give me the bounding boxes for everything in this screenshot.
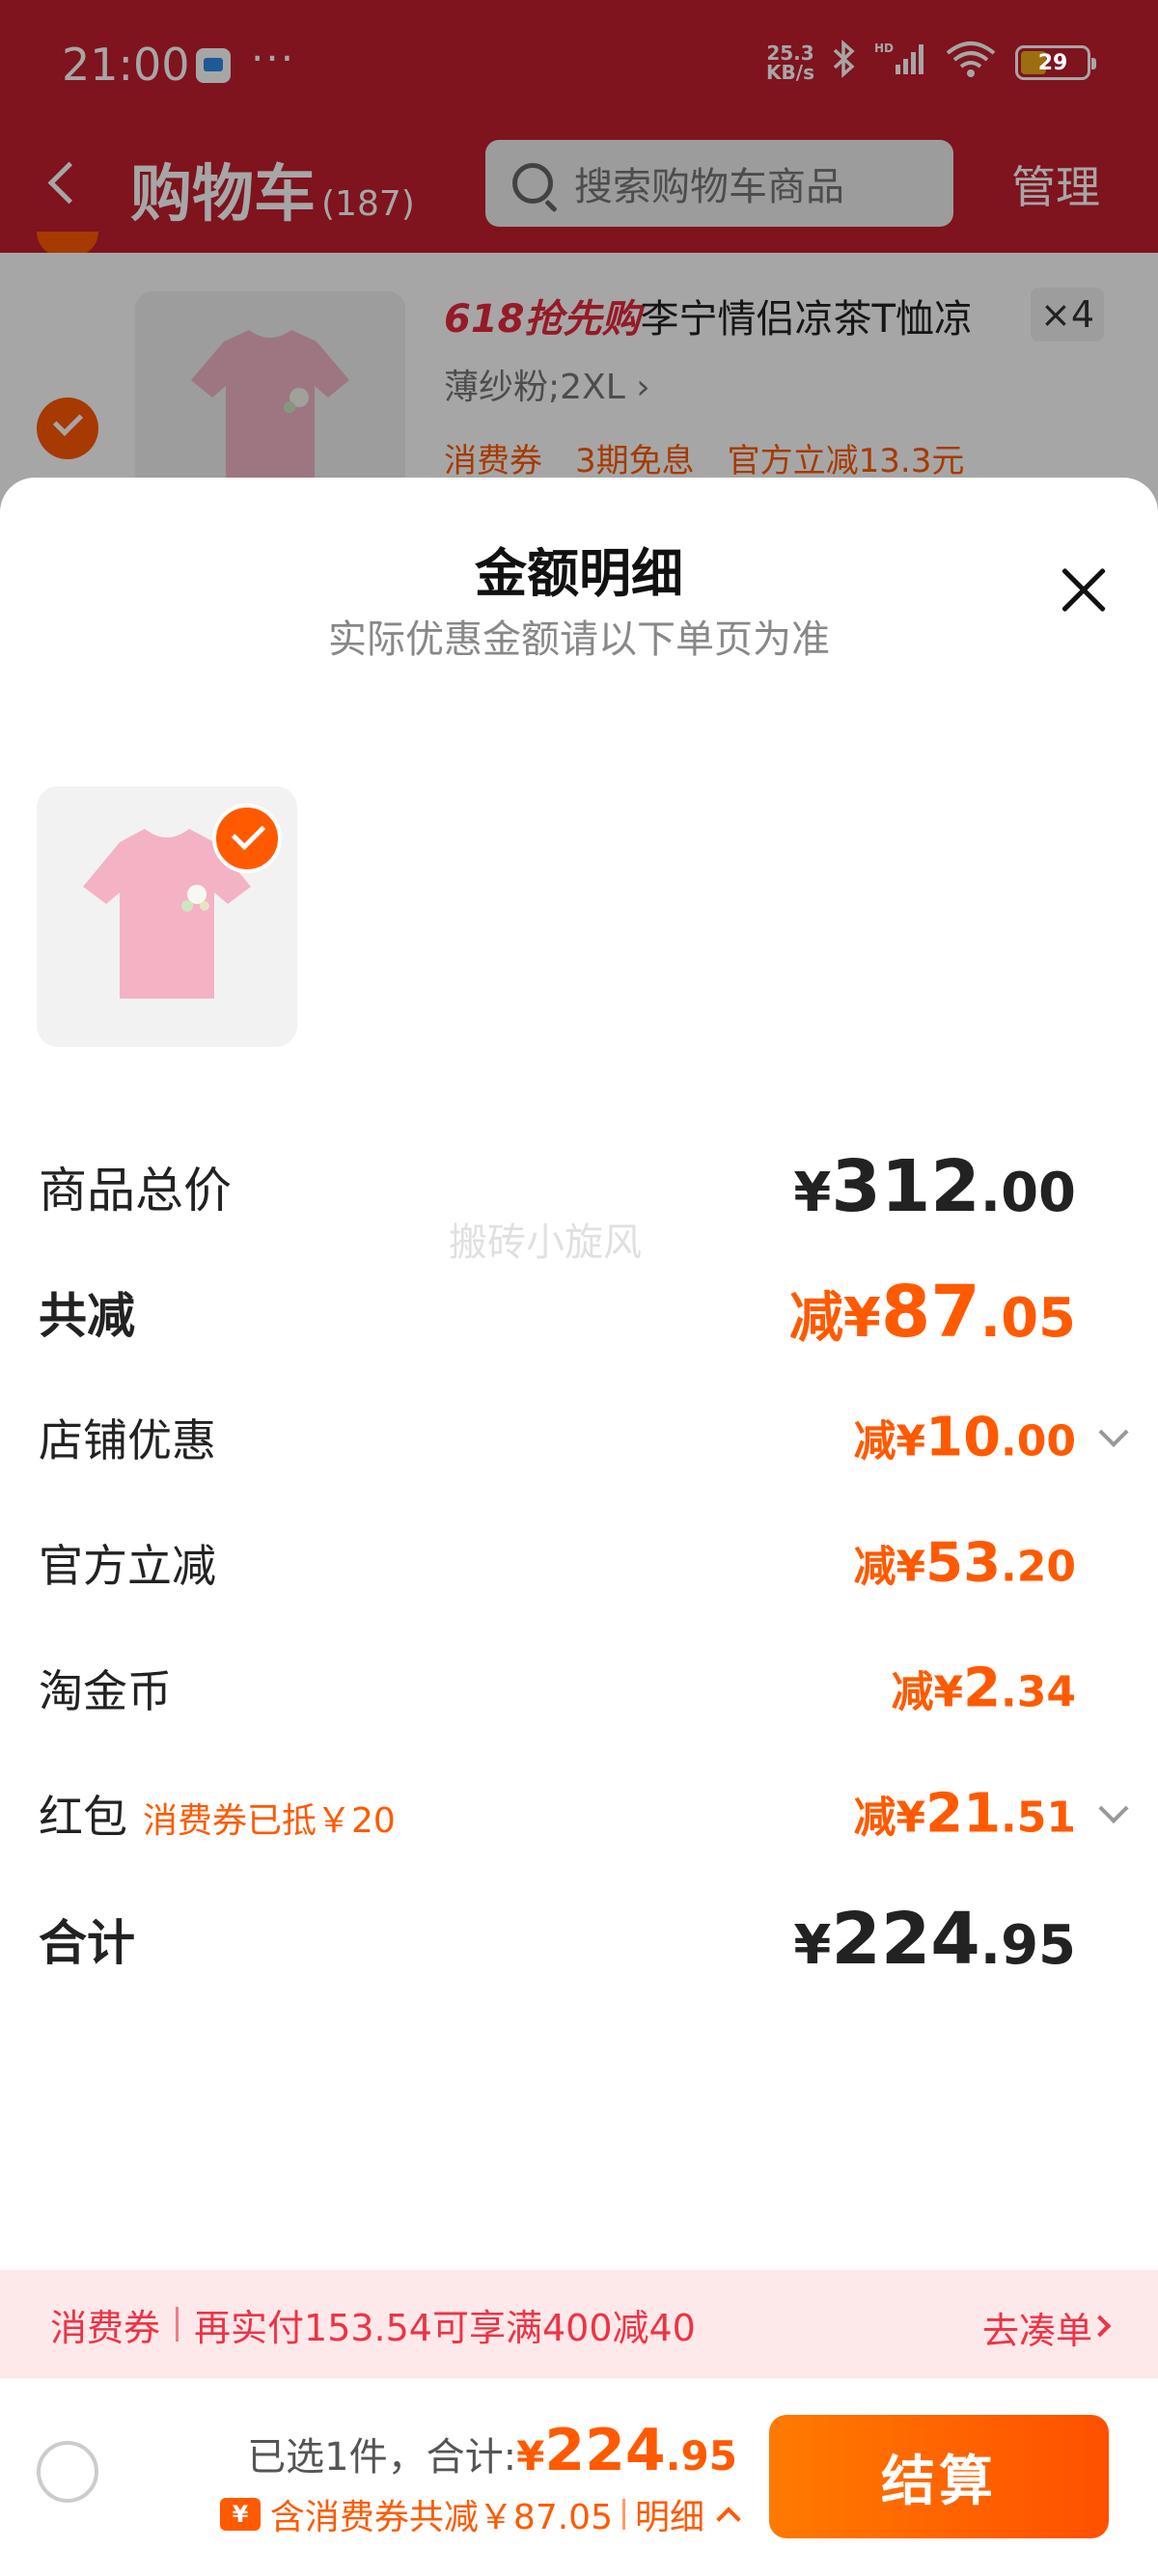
row-red-packet[interactable]: 红包 消费券已抵￥20 减¥21.51	[39, 1770, 1129, 1857]
row-amount: 减¥87.05	[788, 1271, 1076, 1354]
row-amount: 减¥2.34	[891, 1657, 1076, 1720]
checkout-button[interactable]: 结算	[769, 2415, 1109, 2538]
coupon-tag: 消费券	[50, 2306, 161, 2349]
sheet-title: 金额明细	[475, 543, 683, 604]
watermark: 搬砖小旋风	[449, 1220, 642, 1265]
row-amount: ¥224.95	[793, 1898, 1076, 1981]
row-label: 共减	[39, 1288, 135, 1344]
red-packet-note: 消费券已抵￥20	[143, 1801, 396, 1841]
row-amount: 减¥10.00	[853, 1406, 1076, 1469]
coupon-icon: ¥	[219, 2498, 261, 2531]
product-selected-check-icon[interactable]	[212, 804, 282, 873]
row-taojinbi: 淘金币 减¥2.34	[39, 1645, 1076, 1732]
price-detail-sheet: 金额明细 实际优惠金额请以下单页为准 商品总价 ¥312.00 共减 减¥87.…	[0, 478, 1158, 2272]
coupon-divider	[176, 2307, 179, 2342]
close-icon[interactable]	[1057, 562, 1111, 617]
selected-summary: 已选1件，合计:¥224.95	[247, 2417, 737, 2484]
row-total-discount: 共减 减¥87.05	[39, 1269, 1076, 1356]
detail-toggle[interactable]: 明细	[635, 2489, 704, 2539]
checkout-bar: 已选1件，合计:¥224.95 ¥ 含消费券共减￥87.05 明细 结算	[0, 2378, 1158, 2576]
row-label: 官方立减	[39, 1540, 216, 1592]
row-amount: 减¥53.20	[853, 1531, 1076, 1595]
row-label: 淘金币	[39, 1665, 172, 1717]
select-all-checkbox[interactable]	[37, 2441, 98, 2503]
chevron-right-icon[interactable]	[1089, 2315, 1112, 2338]
row-shop-discount[interactable]: 店铺优惠 减¥10.00	[39, 1394, 1129, 1481]
chevron-up-icon[interactable]	[716, 2507, 741, 2532]
sheet-subtitle: 实际优惠金额请以下单页为准	[328, 617, 830, 662]
row-label: 商品总价	[39, 1163, 232, 1219]
detail-divider	[621, 2499, 625, 2530]
row-amount: 减¥21.51	[853, 1782, 1076, 1846]
row-official-discount: 官方立减 减¥53.20	[39, 1520, 1076, 1606]
chevron-down-icon[interactable]	[1098, 1416, 1129, 1448]
chevron-down-icon[interactable]	[1098, 1793, 1129, 1824]
row-label: 店铺优惠	[39, 1414, 216, 1466]
row-label: 合计	[39, 1915, 135, 1971]
discount-summary[interactable]: ¥ 含消费券共减￥87.05 明细	[219, 2489, 741, 2539]
row-amount: ¥312.00	[793, 1145, 1076, 1228]
add-items-link[interactable]: 去凑单	[982, 2301, 1092, 2354]
coupon-bar[interactable]: 消费券 再实付153.54可享满400减40 去凑单	[0, 2270, 1158, 2378]
coupon-discount-text: 含消费券共减￥87.05	[269, 2498, 613, 2537]
row-label: 红包 消费券已抵￥20	[39, 1791, 396, 1843]
coupon-text: 再实付153.54可享满400减40	[194, 2306, 696, 2349]
row-grand-total: 合计 ¥224.95	[39, 1896, 1076, 1983]
checkout-total: ¥224.95	[516, 2417, 737, 2484]
